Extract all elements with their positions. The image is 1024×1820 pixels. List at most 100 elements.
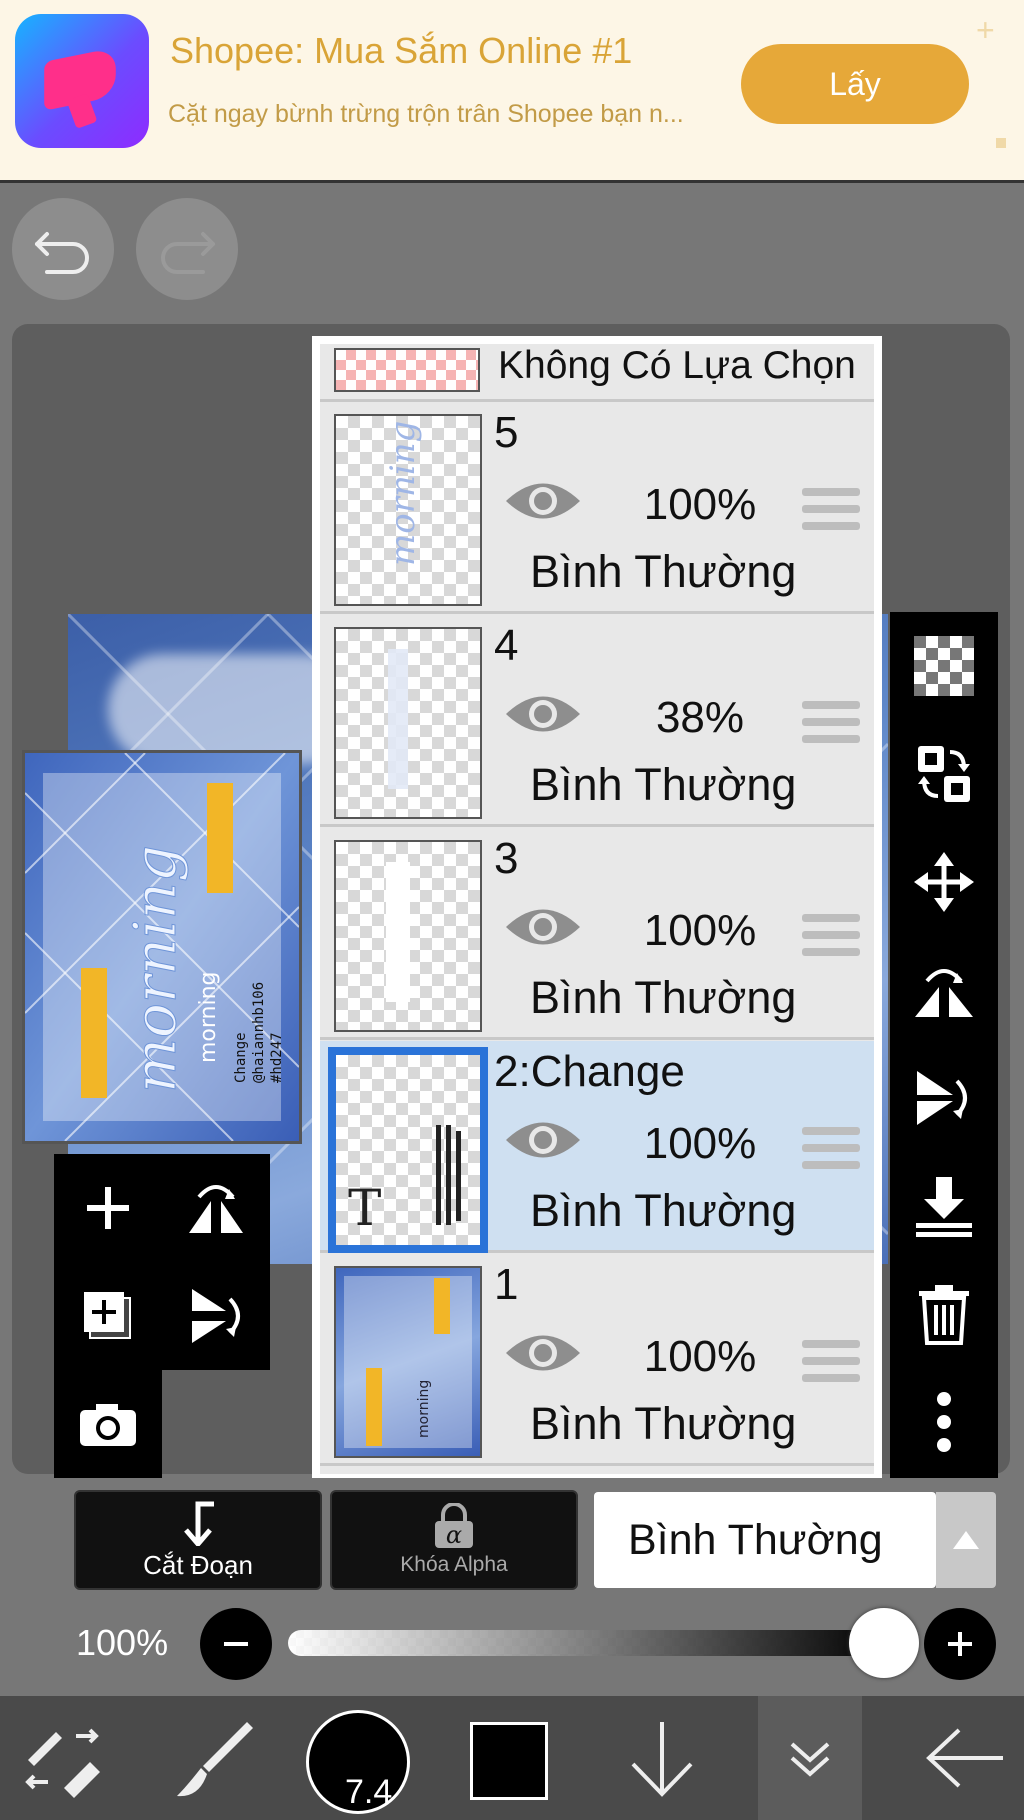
blend-mode-dropdown-button[interactable]	[936, 1492, 996, 1588]
svg-text:#hd247: #hd247	[269, 1032, 285, 1083]
flip-layer-vertical-button[interactable]	[890, 1044, 998, 1152]
shopee-app-icon[interactable]	[15, 14, 149, 148]
drag-handle-icon[interactable]	[802, 914, 860, 960]
transparent-fill-button[interactable]	[890, 612, 998, 720]
opacity-slider-track[interactable]	[288, 1630, 888, 1656]
text-layer-icon: T	[348, 1179, 381, 1237]
swap-icon	[918, 746, 970, 802]
layer-blend-mode: Bình Thường	[530, 546, 797, 597]
color-swatch[interactable]	[470, 1722, 548, 1800]
tool-switch-button[interactable]	[0, 1696, 124, 1820]
visibility-eye-icon[interactable]	[504, 476, 582, 526]
undo-icon	[35, 232, 89, 274]
flip-vertical-button[interactable]	[162, 1262, 270, 1370]
alpha-lock-button[interactable]: α Khóa Alpha	[330, 1490, 578, 1590]
layer-row[interactable]: morning 5 100% Bình Thường	[320, 402, 874, 614]
triangle-up-icon	[953, 1531, 979, 1549]
camera-icon	[80, 1404, 136, 1446]
layer-row[interactable]: T 2:Change 100% Bình Thường	[320, 1041, 874, 1253]
layer-thumbnail[interactable]	[334, 627, 482, 819]
opacity-decrease-button[interactable]	[200, 1608, 272, 1680]
layer-thumbnail[interactable]: T	[328, 1047, 488, 1253]
ad-banner[interactable]: Shopee: Mua Sắm Online #1 Cặt ngay bừnh …	[0, 0, 1024, 183]
layer-thumbnail[interactable]: morning	[334, 414, 482, 606]
flip-layer-horizontal-button[interactable]	[890, 936, 998, 1044]
left-tool-palette-bottom	[54, 1370, 162, 1478]
merge-down-button[interactable]	[890, 1152, 998, 1260]
brush-icon	[177, 1722, 253, 1797]
trash-icon	[919, 1285, 969, 1345]
navigator-preview[interactable]: morning morning Change @haiannhb106 #hd2…	[22, 750, 302, 1144]
clipping-button[interactable]: Cắt Đoạn	[74, 1490, 322, 1590]
layer-panel-toggle-button[interactable]	[758, 1696, 862, 1820]
blend-mode-select[interactable]: Bình Thường	[594, 1492, 936, 1588]
visibility-eye-icon[interactable]	[504, 1115, 582, 1165]
layer-blend-mode: Bình Thường	[530, 972, 797, 1023]
selection-label: Không Có Lựa Chọn	[498, 344, 856, 387]
layer-opacity[interactable]: 100%	[630, 480, 770, 530]
plus-icon	[948, 1632, 972, 1656]
visibility-eye-icon[interactable]	[504, 1328, 582, 1378]
ad-subtitle: Cặt ngay bừnh trừng trộn trân Shopee bạn…	[168, 100, 684, 128]
swap-layer-button[interactable]	[890, 720, 998, 828]
opacity-increase-button[interactable]	[924, 1608, 996, 1680]
brush-tool-button[interactable]	[160, 1696, 270, 1820]
flip-horizontal-icon	[189, 1185, 243, 1233]
more-options-button[interactable]	[890, 1368, 998, 1476]
selection-thumbnail	[334, 348, 480, 392]
move-layer-button[interactable]	[890, 828, 998, 936]
brush-size-button[interactable]: 7.4	[306, 1710, 410, 1814]
ad-choices-icon[interactable]: +	[976, 12, 995, 49]
layer-down-button[interactable]	[610, 1696, 714, 1820]
visibility-eye-icon[interactable]	[504, 902, 582, 952]
delete-layer-button[interactable]	[890, 1260, 998, 1368]
layer-opacity[interactable]: 100%	[630, 906, 770, 956]
alpha-lock-label: Khóa Alpha	[400, 1553, 508, 1576]
layer-name: 3	[494, 834, 519, 883]
redo-icon	[161, 232, 215, 274]
ad-get-button[interactable]: Lấy	[741, 44, 969, 124]
layer-name: 5	[494, 408, 519, 457]
add-copy-layer-button[interactable]	[54, 1262, 162, 1370]
add-layer-button[interactable]	[54, 1154, 162, 1262]
minus-icon	[224, 1642, 248, 1646]
layer-opacity[interactable]: 100%	[630, 1332, 770, 1382]
drag-handle-icon[interactable]	[802, 701, 860, 747]
layer-opacity[interactable]: 38%	[630, 693, 770, 743]
flip-vertical-icon	[917, 1071, 967, 1125]
layer-blend-mode: Bình Thường	[530, 1398, 797, 1449]
drag-handle-icon[interactable]	[802, 1340, 860, 1386]
clipping-arrow-icon	[184, 1501, 214, 1546]
layer-blend-mode: Bình Thường	[530, 759, 797, 810]
checkerboard-icon	[914, 636, 974, 696]
arrow-down-icon	[631, 1722, 693, 1797]
visibility-eye-icon[interactable]	[504, 689, 582, 739]
ad-marker-icon	[996, 138, 1006, 148]
selection-layer-row[interactable]: Không Có Lựa Chọn	[320, 344, 874, 402]
camera-button[interactable]	[54, 1370, 162, 1478]
layer-thumbnail[interactable]: morning	[334, 1266, 482, 1458]
svg-text:Change: Change	[233, 1032, 249, 1083]
preview-artwork: morning morning Change @haiannhb106 #hd2…	[25, 753, 299, 1141]
ad-title: Shopee: Mua Sắm Online #1	[170, 30, 633, 71]
layer-row[interactable]: morning 1 100% Bình Thường	[320, 1254, 874, 1466]
drag-handle-icon[interactable]	[802, 1127, 860, 1173]
svg-text:α: α	[446, 1521, 462, 1549]
layer-opacity[interactable]: 100%	[630, 1119, 770, 1169]
back-button[interactable]	[906, 1696, 1024, 1820]
layer-panel: Không Có Lựa Chọn morning 5 100% Bình Thườn…	[312, 336, 882, 1478]
undo-button[interactable]	[12, 198, 114, 300]
svg-text:morning: morning	[121, 845, 189, 1093]
opacity-value: 100%	[76, 1622, 169, 1663]
brush-size-value: 7.4	[345, 1773, 393, 1811]
layer-row[interactable]: 4 38% Bình Thường	[320, 615, 874, 827]
layer-row[interactable]: 3 100% Bình Thường	[320, 828, 874, 1040]
double-chevron-down-icon	[790, 1742, 830, 1777]
drag-handle-icon[interactable]	[802, 488, 860, 534]
flip-horizontal-button[interactable]	[162, 1154, 270, 1262]
layer-thumbnail[interactable]	[334, 840, 482, 1032]
layer-blend-mode: Bình Thường	[530, 1185, 797, 1236]
redo-button[interactable]	[136, 198, 238, 300]
more-vertical-icon	[937, 1392, 951, 1452]
opacity-slider-handle[interactable]	[849, 1608, 919, 1678]
